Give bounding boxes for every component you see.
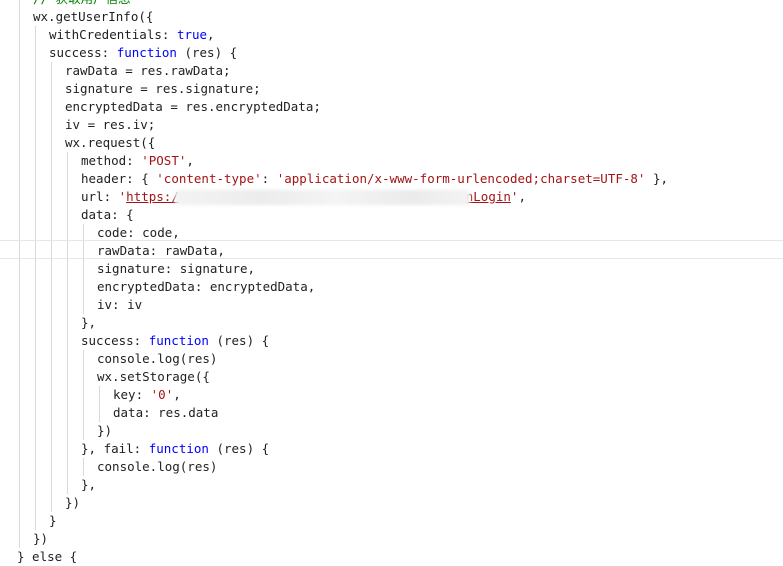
code-line[interactable]: header: { 'content-type': 'application/x… (81, 170, 668, 188)
code-token-plain: , (518, 189, 526, 204)
code-token-plain: method: (81, 153, 142, 168)
code-line[interactable]: iv: iv (97, 296, 142, 314)
code-token-plain: key: (113, 387, 151, 402)
code-line[interactable]: iv = res.iv; (65, 116, 155, 134)
code-token-kw: function (116, 45, 177, 60)
code-token-plain: encryptedData = res.encryptedData; (65, 99, 321, 114)
code-token-plain: , (186, 153, 194, 168)
code-token-plain: signature = res.signature; (65, 81, 261, 96)
redaction-blur (175, 190, 470, 205)
code-token-plain: }, (645, 171, 669, 186)
code-token-plain: }) (33, 531, 49, 546)
code-line[interactable]: }, fail: function (res) { (81, 440, 269, 458)
code-line[interactable]: success: function (res) { (49, 44, 237, 62)
code-token-url: nLogin (465, 189, 511, 204)
code-token-plain: iv = res.iv; (65, 117, 156, 132)
code-token-plain: wx.getUserInfo({ (33, 9, 154, 24)
code-token-plain: } else { (17, 549, 78, 564)
code-token-kw: true (176, 27, 208, 42)
code-line[interactable]: console.log(res) (97, 458, 217, 476)
code-line[interactable]: encryptedData = res.encryptedData; (65, 98, 321, 116)
code-line[interactable]: withCredentials: true, (49, 26, 215, 44)
code-token-plain: encryptedData: encryptedData, (97, 279, 316, 294)
code-token-comment: // 获取用户信息 (33, 0, 131, 6)
code-line[interactable]: key: '0', (113, 386, 181, 404)
code-line[interactable]: url: 'https:/nLogin', (81, 188, 526, 206)
code-line[interactable]: wx.request({ (65, 134, 155, 152)
code-token-plain: , (207, 27, 215, 42)
code-token-plain: }) (65, 495, 81, 510)
code-token-plain: iv: iv (97, 297, 143, 312)
code-token-plain: (res) { (176, 45, 238, 60)
code-token-plain: signature: signature, (97, 261, 256, 276)
code-token-plain: }, fail: (81, 441, 149, 456)
code-token-plain: url: (81, 189, 119, 204)
code-line[interactable]: signature: signature, (97, 260, 255, 278)
code-line[interactable]: signature = res.signature; (65, 80, 261, 98)
code-line[interactable]: wx.getUserInfo({ (33, 8, 153, 26)
code-token-plain: data: { (81, 207, 134, 222)
code-token-plain: console.log(res) (97, 351, 218, 366)
indent-guide (19, 0, 20, 548)
code-line[interactable]: data: res.data (113, 404, 218, 422)
code-line[interactable]: code: code, (97, 224, 180, 242)
code-line[interactable]: }) (65, 494, 80, 512)
indent-guide (51, 62, 52, 512)
code-token-kw: function (148, 333, 209, 348)
code-line[interactable]: method: 'POST', (81, 152, 194, 170)
code-line[interactable]: wx.setStorage({ (97, 368, 210, 386)
indent-guide (35, 26, 36, 530)
code-line[interactable]: }) (33, 530, 48, 548)
code-token-str: 'POST' (141, 153, 187, 168)
code-line[interactable]: console.log(res) (97, 350, 217, 368)
code-line[interactable]: rawData = res.rawData; (65, 62, 231, 80)
code-token-url: https:/ (126, 189, 179, 204)
code-line[interactable]: } else { (17, 548, 77, 566)
indent-guide (99, 386, 100, 422)
code-line[interactable]: encryptedData: encryptedData, (97, 278, 315, 296)
code-token-plain: rawData = res.rawData; (65, 63, 231, 78)
indent-guide (83, 350, 84, 440)
code-token-plain: success: (81, 333, 149, 348)
code-line[interactable]: // 获取用户信息 (33, 0, 131, 8)
code-editor[interactable]: // 获取用户信息 wx.getUserInfo({ withCredentials… (0, 0, 783, 564)
code-token-plain: console.log(res) (97, 459, 218, 474)
code-line[interactable]: }, (81, 314, 96, 332)
code-token-str: '0' (150, 387, 174, 402)
code-token-plain: } (49, 513, 57, 528)
code-token-plain: header: { (81, 171, 157, 186)
code-token-plain: (res) { (208, 333, 270, 348)
code-token-plain: rawData: rawData, (97, 243, 225, 258)
code-token-plain: data: res.data (113, 405, 219, 420)
code-token-plain: }) (97, 423, 113, 438)
code-line[interactable]: success: function (res) { (81, 332, 269, 350)
code-token-plain: }, (81, 315, 97, 330)
code-token-plain: wx.request({ (65, 135, 156, 150)
code-token-plain: (res) { (208, 441, 270, 456)
code-token-plain: wx.setStorage({ (97, 369, 210, 384)
code-token-kw: function (148, 441, 209, 456)
indent-guide (83, 224, 84, 314)
code-line[interactable]: }) (97, 422, 112, 440)
code-token-plain: : (261, 171, 277, 186)
code-token-plain: }, (81, 477, 97, 492)
code-line[interactable]: } (49, 512, 57, 530)
indent-guide (83, 458, 84, 476)
code-line[interactable]: rawData: rawData, (97, 242, 225, 260)
code-token-str: 'application/x-www-form-urlencoded;chars… (276, 171, 646, 186)
code-token-str: 'content-type' (156, 171, 262, 186)
code-token-plain: code: code, (97, 225, 180, 240)
indent-guide (67, 152, 68, 494)
code-line[interactable]: }, (81, 476, 96, 494)
code-line[interactable]: data: { (81, 206, 134, 224)
code-token-plain: , (173, 387, 181, 402)
code-token-plain: success: (49, 45, 117, 60)
code-token-plain: withCredentials: (49, 27, 177, 42)
